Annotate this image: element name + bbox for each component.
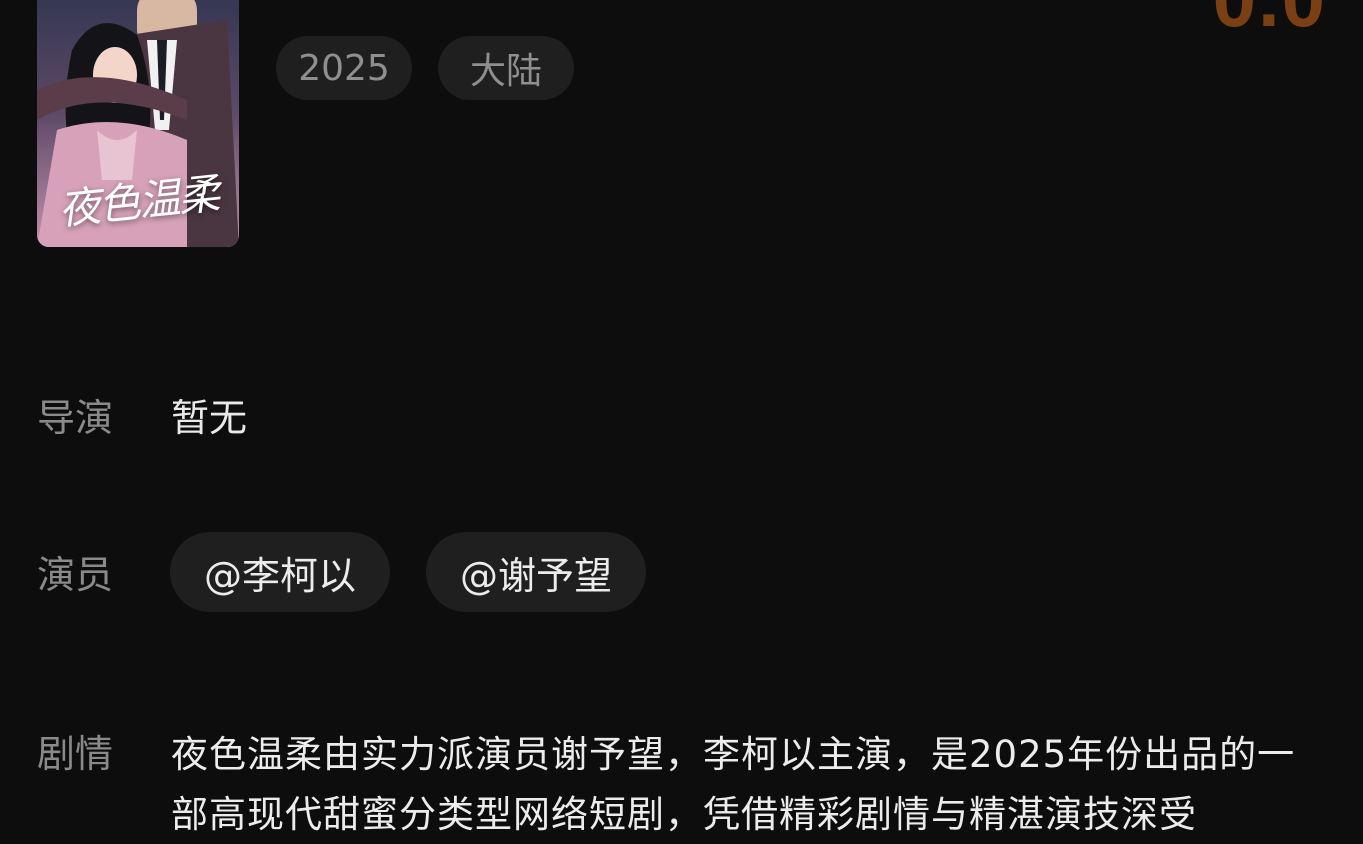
- cast-label: 演员: [37, 553, 114, 597]
- drama-poster[interactable]: 夜色温柔: [37, 0, 239, 247]
- cast-list: @李柯以 @谢予望: [170, 532, 647, 612]
- region-tag[interactable]: 大陆: [438, 36, 574, 100]
- meta-tags: 2025 大陆: [276, 36, 574, 100]
- drama-detail-page: 夜色温柔 0.0 2025 大陆 导演 暂无 演员 @李柯以 @谢予望 剧情 夜…: [0, 0, 1363, 844]
- director-value: 暂无: [171, 396, 248, 440]
- plot-label: 剧情: [37, 732, 114, 776]
- plot-text: 夜色温柔由实力派演员谢予望，李柯以主演，是2025年份出品的一部高现代甜蜜分类型…: [171, 733, 1296, 836]
- year-tag[interactable]: 2025: [276, 36, 412, 100]
- rating-score: 0.0: [1213, 0, 1327, 38]
- actor-chip[interactable]: @李柯以: [170, 532, 391, 612]
- director-label: 导演: [37, 396, 114, 440]
- actor-chip[interactable]: @谢予望: [426, 532, 647, 612]
